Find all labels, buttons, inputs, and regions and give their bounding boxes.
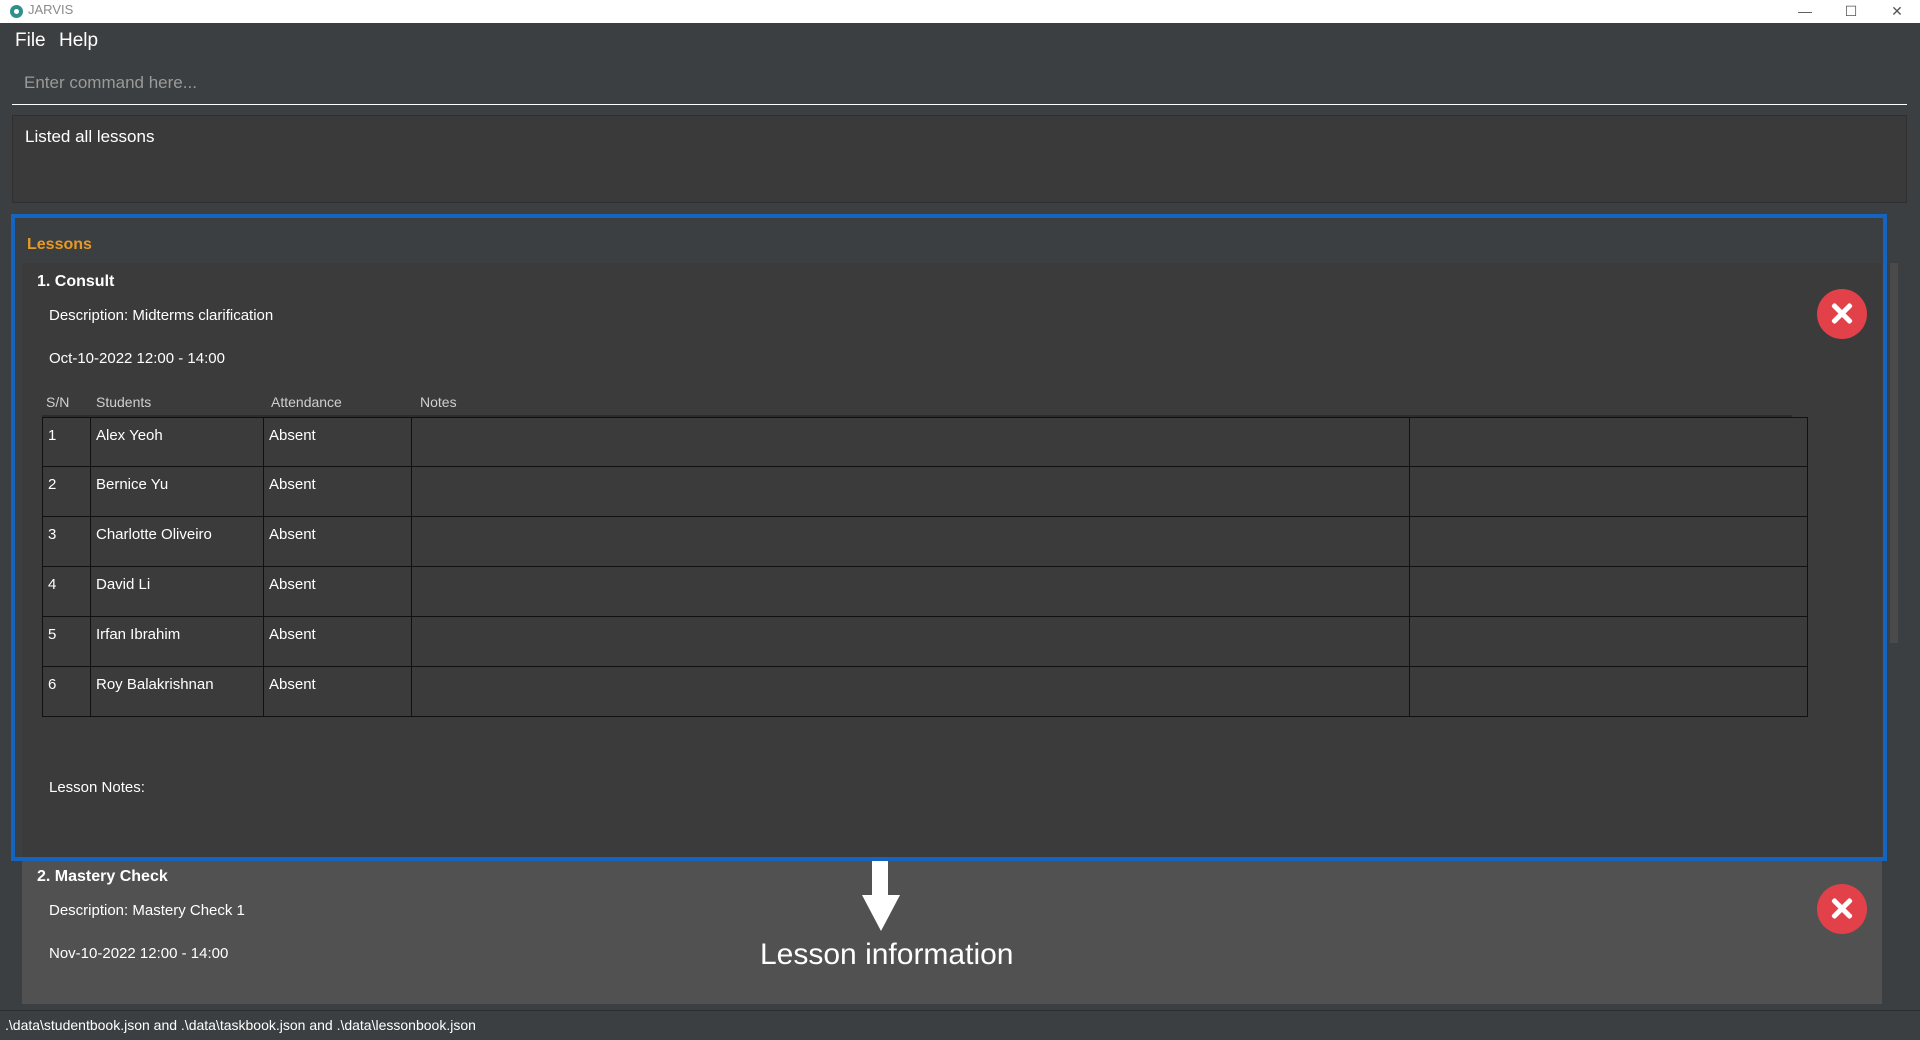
result-display: Listed all lessons (12, 115, 1907, 203)
minimize-icon[interactable]: — (1782, 0, 1828, 23)
lesson-card[interactable]: 2. Mastery Check Description: Mastery Ch… (22, 858, 1882, 1004)
menu-help[interactable]: Help (59, 30, 98, 52)
app-logo-icon (10, 5, 23, 18)
delete-lesson-icon[interactable] (1817, 884, 1867, 934)
annotation-arrow-icon (872, 861, 888, 895)
lesson-datetime: Nov-10-2022 12:00 - 14:00 (49, 945, 229, 962)
lesson-description: Description: Mastery Check 1 (49, 902, 245, 919)
annotation-label: Lesson information (760, 938, 1014, 971)
close-window-icon[interactable]: ✕ (1874, 0, 1920, 23)
result-message: Listed all lessons (25, 127, 155, 146)
lesson-list-scrollbar[interactable] (1890, 263, 1898, 643)
window-title: JARVIS (28, 2, 74, 17)
status-text: .\data\studentbook.json and .\data\taskb… (5, 1017, 476, 1033)
maximize-icon[interactable]: ☐ (1828, 0, 1874, 23)
lesson-title: 2. Mastery Check (37, 868, 168, 885)
command-box (12, 64, 1907, 105)
annotation-arrowhead-icon (862, 895, 900, 931)
command-input[interactable] (12, 64, 1907, 102)
title-bar: JARVIS — ☐ ✕ (0, 0, 1920, 23)
status-bar: .\data\studentbook.json and .\data\taskb… (0, 1010, 1920, 1040)
menu-bar: File Help (0, 23, 1920, 58)
annotation-highlight-box (11, 214, 1887, 861)
menu-file[interactable]: File (15, 30, 46, 52)
